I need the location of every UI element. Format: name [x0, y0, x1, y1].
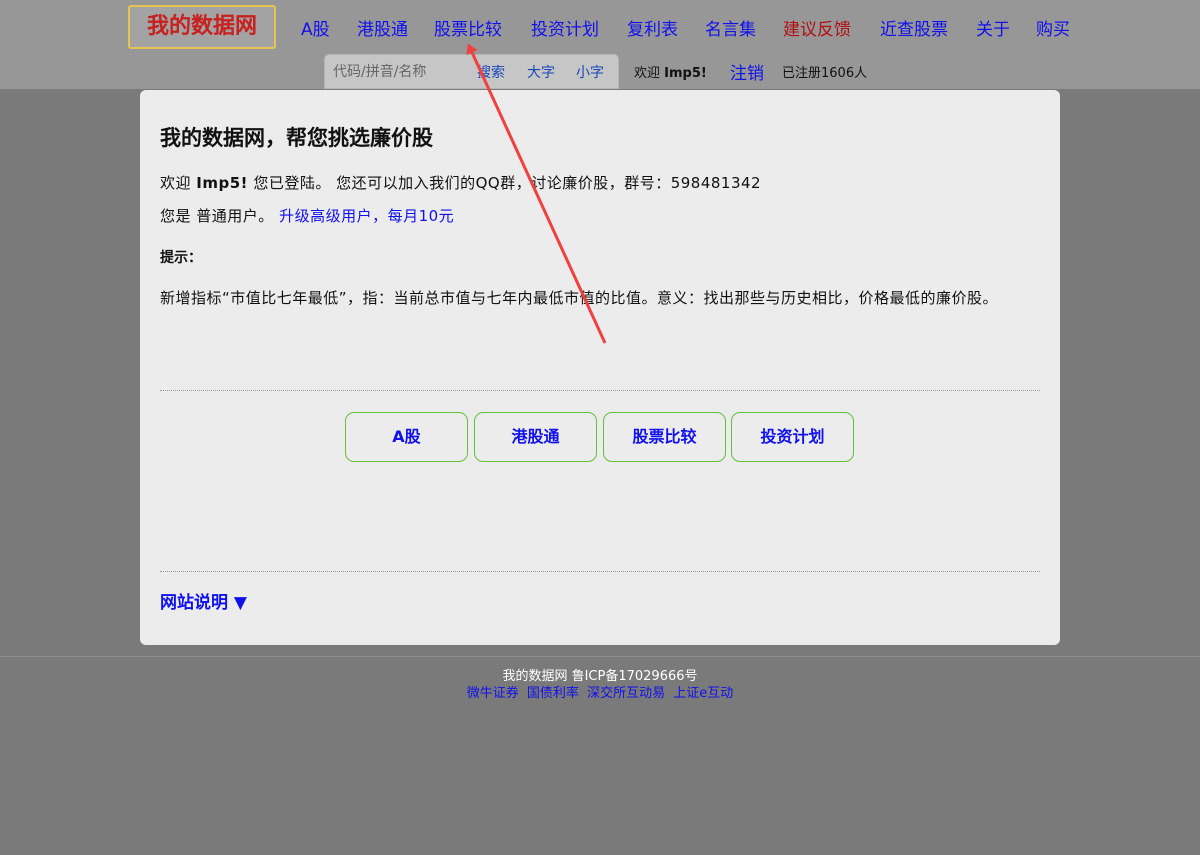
- divider: [160, 571, 1040, 572]
- search-input[interactable]: [325, 55, 475, 88]
- footer-divider: [0, 656, 1200, 657]
- search-button[interactable]: 搜索: [477, 64, 505, 82]
- footer-link-szse[interactable]: 深交所互动易: [587, 686, 665, 701]
- nav-compound-table[interactable]: 复利表: [627, 19, 678, 41]
- stock-compare-button[interactable]: 股票比较: [603, 412, 726, 462]
- nav-recent-stocks[interactable]: 近查股票: [880, 19, 948, 41]
- small-font-button[interactable]: 小字: [576, 64, 604, 82]
- nav-feedback[interactable]: 建议反馈: [783, 19, 851, 41]
- footer-link-sse[interactable]: 上证e互动: [673, 686, 733, 701]
- tip-label: 提示：: [160, 250, 202, 266]
- nav-stock-compare[interactable]: 股票比较: [434, 19, 502, 41]
- site-info-toggle[interactable]: 网站说明 ▼: [160, 588, 247, 613]
- usertype-text: 您是 普通用户。: [160, 207, 274, 225]
- footer-link-weiniu[interactable]: 微牛证券: [467, 686, 519, 701]
- nav-buy[interactable]: 购买: [1036, 19, 1070, 41]
- logout-link[interactable]: 注销: [730, 59, 764, 84]
- header-username: Imp5!: [664, 66, 707, 81]
- tip-text: 新增指标“市值比七年最低”，指：当前总市值与七年内最低市值的比值。意义：找出那些…: [160, 289, 999, 307]
- site-logo[interactable]: 我的数据网: [128, 5, 276, 49]
- big-font-button[interactable]: 大字: [527, 64, 555, 82]
- divider: [160, 390, 1040, 391]
- header-welcome: 欢迎 Imp5!: [634, 62, 707, 81]
- page-title: 我的数据网，帮您挑选廉价股: [160, 126, 433, 150]
- footer-links: 微牛证券 国债利率 深交所互动易 上证e互动: [0, 682, 1200, 701]
- welcome-prefix: 欢迎: [160, 174, 192, 192]
- nav-investment-plan[interactable]: 投资计划: [531, 19, 599, 41]
- main-panel: 我的数据网，帮您挑选廉价股 欢迎 Imp5! 您已登陆。 您还可以加入我们的QQ…: [140, 90, 1060, 645]
- welcome-line: 欢迎 Imp5! 您已登陆。 您还可以加入我们的QQ群，讨论廉价股，群号：598…: [160, 172, 761, 193]
- welcome-username: Imp5!: [196, 174, 249, 192]
- footer-link-bond-rate[interactable]: 国债利率: [527, 686, 579, 701]
- search-box: 搜索 大字 小字: [324, 54, 619, 89]
- nav-quotes[interactable]: 名言集: [705, 19, 756, 41]
- registered-count: 已注册1606人: [782, 66, 868, 81]
- nav-hk-connect[interactable]: 港股通: [357, 19, 408, 41]
- upgrade-link[interactable]: 升级高级用户，每月10元: [279, 207, 454, 225]
- investment-plan-button[interactable]: 投资计划: [731, 412, 854, 462]
- site-header: 我的数据网 A股 港股通 股票比较 投资计划 复利表 名言集 建议反馈 近查股票…: [0, 0, 1200, 89]
- hk-connect-button[interactable]: 港股通: [474, 412, 597, 462]
- nav-a-shares[interactable]: A股: [301, 19, 330, 41]
- nav-about[interactable]: 关于: [976, 19, 1010, 41]
- header-welcome-prefix: 欢迎: [634, 66, 661, 81]
- welcome-suffix: 您已登陆。 您还可以加入我们的QQ群，讨论廉价股，群号：598481342: [253, 174, 762, 192]
- a-shares-button[interactable]: A股: [345, 412, 468, 462]
- usertype-line: 您是 普通用户。 升级高级用户，每月10元: [160, 205, 454, 226]
